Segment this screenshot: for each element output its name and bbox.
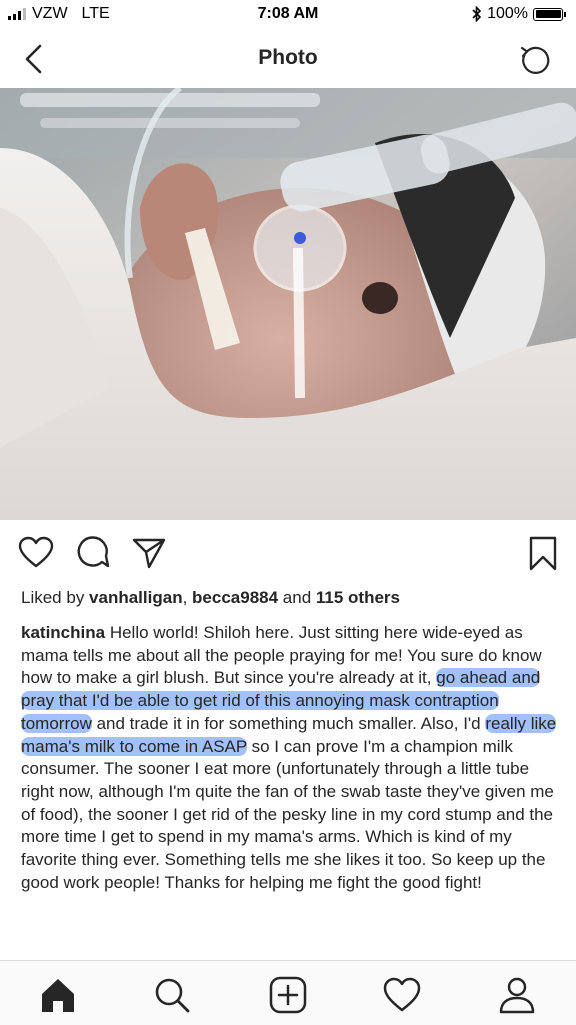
caption-username[interactable]: katinchina: [21, 623, 105, 642]
post-caption: katinchina Hello world! Shiloh here. Jus…: [21, 622, 557, 894]
battery-percent: 100%: [487, 5, 528, 22]
activity-heart-icon[interactable]: [382, 975, 422, 1015]
photo-image: [0, 88, 576, 520]
search-icon[interactable]: [152, 975, 192, 1015]
bluetooth-icon: [472, 6, 482, 22]
post-actions: [0, 530, 576, 578]
nav-bar: Photo: [0, 30, 576, 88]
profile-icon[interactable]: [497, 975, 537, 1015]
liker-link[interactable]: becca9884: [192, 588, 278, 607]
bottom-tab-bar: [0, 960, 576, 1025]
add-post-icon[interactable]: [268, 975, 308, 1015]
status-right: 100%: [472, 5, 566, 23]
post-photo[interactable]: [0, 88, 576, 520]
refresh-icon[interactable]: [516, 42, 552, 78]
heart-icon[interactable]: [18, 536, 54, 570]
likes-prefix: Liked by: [21, 588, 90, 607]
bookmark-icon[interactable]: [528, 536, 558, 572]
caption-text: so I can prove I'm a champion milk consu…: [21, 736, 554, 892]
likes-line: Liked by vanhalligan, becca9884 and 115 …: [21, 588, 400, 607]
liker-link[interactable]: vanhalligan: [89, 588, 183, 607]
status-bar: VZW LTE 7:08 AM 100%: [0, 0, 576, 30]
comment-icon[interactable]: [75, 536, 111, 570]
caption-text: and trade it in for something much small…: [91, 713, 486, 733]
page-title: Photo: [258, 46, 318, 69]
battery-icon: [533, 7, 563, 21]
share-icon[interactable]: [131, 536, 167, 570]
likes-count-link[interactable]: 115 others: [316, 588, 400, 607]
home-icon[interactable]: [38, 975, 78, 1015]
